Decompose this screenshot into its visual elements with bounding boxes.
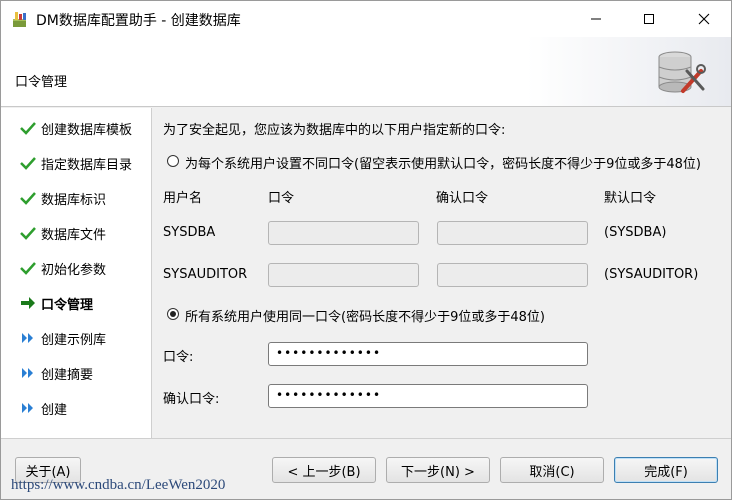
sysdba-confirm-input[interactable]	[437, 221, 588, 245]
sysauditor-confirm-input[interactable]	[437, 263, 588, 287]
maximize-button[interactable]	[626, 1, 672, 37]
sysauditor-default-password: (SYSAUDITOR)	[604, 267, 699, 282]
radio-different-label: 为每个系统用户设置不同口令(留空表示使用默认口令，密码长度不得少于9位或多于48…	[185, 157, 701, 172]
nav-step-create-template[interactable]: 创建数据库模板	[1, 116, 151, 140]
radio-different-passwords[interactable]	[167, 155, 179, 167]
nav-step-init-params[interactable]: 初始化参数	[1, 256, 151, 280]
confirm-password-input[interactable]: •••••••••••••	[268, 384, 588, 408]
double-chevron-right-icon	[22, 368, 33, 378]
col-header-default: 默认口令	[604, 191, 657, 206]
nav-step-label: 创建	[41, 403, 68, 418]
nav-step-sample-db[interactable]: 创建示例库	[1, 326, 151, 350]
user-name-sysdba: SYSDBA	[163, 225, 216, 240]
prev-button[interactable]: < 上一步(B)	[272, 457, 376, 483]
nav-step-label: 创建数据库模板	[41, 123, 133, 138]
password-input[interactable]: •••••••••••••	[268, 342, 588, 366]
nav-step-create[interactable]: 创建	[1, 396, 151, 420]
watermark-url: https://www.cndba.cn/LeeWen2020	[11, 477, 226, 493]
nav-step-label: 创建摘要	[41, 368, 94, 383]
check-icon	[20, 262, 36, 275]
arrow-right-icon	[21, 297, 35, 309]
nav-step-db-files[interactable]: 数据库文件	[1, 221, 151, 245]
check-icon	[20, 122, 36, 135]
double-chevron-right-icon	[22, 333, 33, 343]
nav-step-label: 口令管理	[41, 298, 94, 313]
nav-step-db-identity[interactable]: 数据库标识	[1, 186, 151, 210]
nav-step-label: 创建示例库	[41, 333, 107, 348]
confirm-password-label: 确认口令:	[163, 392, 220, 407]
window-title: DM数据库配置助手 - 创建数据库	[36, 13, 241, 29]
database-app-icon	[13, 12, 26, 27]
sysauditor-password-input[interactable]	[268, 263, 419, 287]
cancel-button[interactable]: 取消(C)	[500, 457, 604, 483]
nav-step-label: 数据库标识	[41, 193, 107, 208]
double-chevron-right-icon	[22, 403, 33, 413]
user-name-sysauditor: SYSAUDITOR	[163, 267, 248, 282]
password-label: 口令:	[163, 350, 194, 365]
nav-step-summary[interactable]: 创建摘要	[1, 361, 151, 385]
col-header-user: 用户名	[163, 191, 203, 206]
page-title: 口令管理	[15, 75, 68, 90]
check-icon	[20, 157, 36, 170]
finish-button[interactable]: 完成(F)	[614, 457, 718, 483]
close-icon	[698, 13, 710, 25]
dm-dbca-window: DM数据库配置助手 - 创建数据库 口令管理 创建数据库模板 指定数据库目录 数…	[0, 0, 732, 500]
password-masked-value: •••••••••••••	[276, 346, 382, 360]
confirm-masked-value: •••••••••••••	[276, 388, 382, 402]
password-panel: 为了安全起见，您应该为数据库中的以下用户指定新的口令: 为每个系统用户设置不同口…	[153, 108, 731, 438]
database-tools-icon	[658, 51, 706, 93]
close-button[interactable]	[681, 1, 727, 37]
check-icon	[20, 227, 36, 240]
title-bar: DM数据库配置助手 - 创建数据库	[1, 1, 731, 37]
page-header: 口令管理	[1, 37, 731, 107]
nav-step-label: 数据库文件	[41, 228, 107, 243]
maximize-icon	[644, 14, 654, 24]
radio-same-label: 所有系统用户使用同一口令(密码长度不得少于9位或多于48位)	[185, 310, 545, 325]
wizard-steps-nav: 创建数据库模板 指定数据库目录 数据库标识 数据库文件 初始化参数 口令管理 创…	[1, 108, 152, 438]
sysdba-default-password: (SYSDBA)	[604, 225, 667, 240]
next-button[interactable]: 下一步(N) >	[386, 457, 490, 483]
col-header-password: 口令	[268, 191, 295, 206]
intro-text: 为了安全起见，您应该为数据库中的以下用户指定新的口令:	[163, 123, 506, 138]
sysdba-password-input[interactable]	[268, 221, 419, 245]
nav-step-label: 初始化参数	[41, 263, 107, 278]
footer-divider	[1, 438, 731, 439]
col-header-confirm: 确认口令	[436, 191, 489, 206]
minimize-icon	[591, 18, 601, 20]
nav-step-label: 指定数据库目录	[41, 158, 133, 173]
minimize-button[interactable]	[573, 1, 619, 37]
radio-same-password[interactable]	[167, 308, 179, 320]
check-icon	[20, 192, 36, 205]
nav-step-db-directory[interactable]: 指定数据库目录	[1, 151, 151, 175]
nav-step-password-mgmt[interactable]: 口令管理	[1, 291, 151, 315]
